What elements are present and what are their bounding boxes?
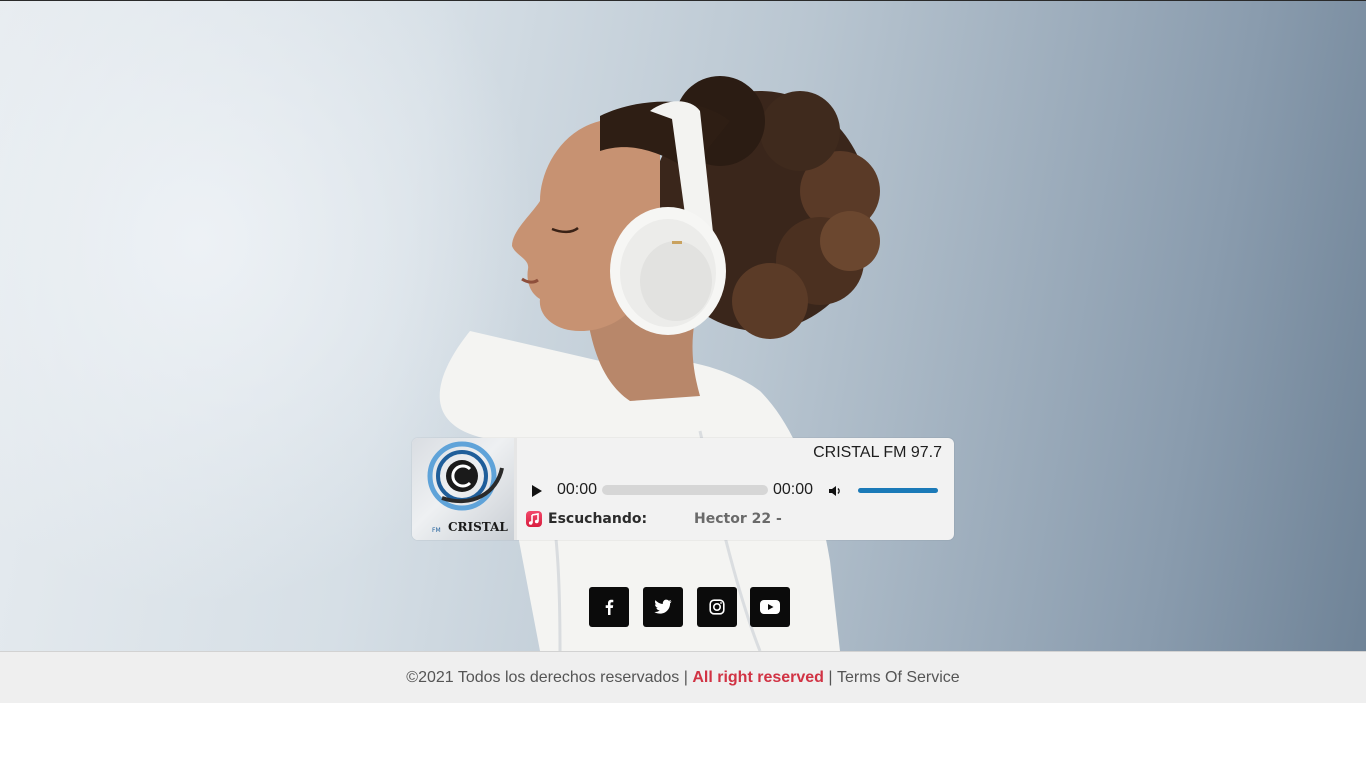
- audio-controls: 00:00 00:00: [530, 480, 950, 502]
- now-playing: Escuchando: Hector 22 - 2: [526, 510, 946, 532]
- youtube-icon: [760, 600, 780, 614]
- play-button[interactable]: [530, 483, 544, 499]
- facebook-link[interactable]: [589, 587, 629, 627]
- woman-with-headphones-image: [439, 76, 880, 651]
- facebook-icon: [605, 599, 614, 615]
- instagram-icon: [709, 599, 725, 615]
- now-playing-track: Hector 22 - 2: [694, 511, 784, 527]
- seek-bar[interactable]: [602, 485, 768, 495]
- play-icon: [532, 485, 542, 497]
- youtube-link[interactable]: [750, 587, 790, 627]
- all-rights-text: All right reserved: [692, 668, 824, 686]
- twitter-icon: [654, 599, 672, 614]
- music-note-icon: [526, 511, 542, 527]
- volume-level: [858, 488, 938, 493]
- mute-button[interactable]: [827, 483, 843, 499]
- twitter-link[interactable]: [643, 587, 683, 627]
- instagram-link[interactable]: [697, 587, 737, 627]
- footer-separator: |: [828, 668, 833, 686]
- svg-text:FM: FM: [432, 527, 441, 534]
- station-logo: FM CRISTAL: [412, 438, 517, 540]
- volume-icon: [829, 486, 840, 496]
- volume-slider[interactable]: [858, 488, 938, 493]
- site-footer: ©2021 Todos los derechos reservados | Al…: [0, 651, 1366, 703]
- hero-background: FM CRISTAL CRISTAL FM 97.7 00:00 00:00 E…: [0, 1, 1366, 651]
- terms-link[interactable]: Terms Of Service: [837, 669, 960, 687]
- copyright-text: ©2021 Todos los derechos reservados |: [406, 668, 688, 686]
- logo-text: CRISTAL: [448, 520, 508, 534]
- social-links: [589, 587, 790, 627]
- current-time: 00:00: [557, 481, 598, 498]
- now-playing-label: Escuchando:: [548, 511, 648, 527]
- station-name: CRISTAL FM 97.7: [813, 444, 942, 461]
- duration-time: 00:00: [773, 481, 814, 498]
- radio-player: FM CRISTAL CRISTAL FM 97.7 00:00 00:00 E…: [412, 438, 954, 540]
